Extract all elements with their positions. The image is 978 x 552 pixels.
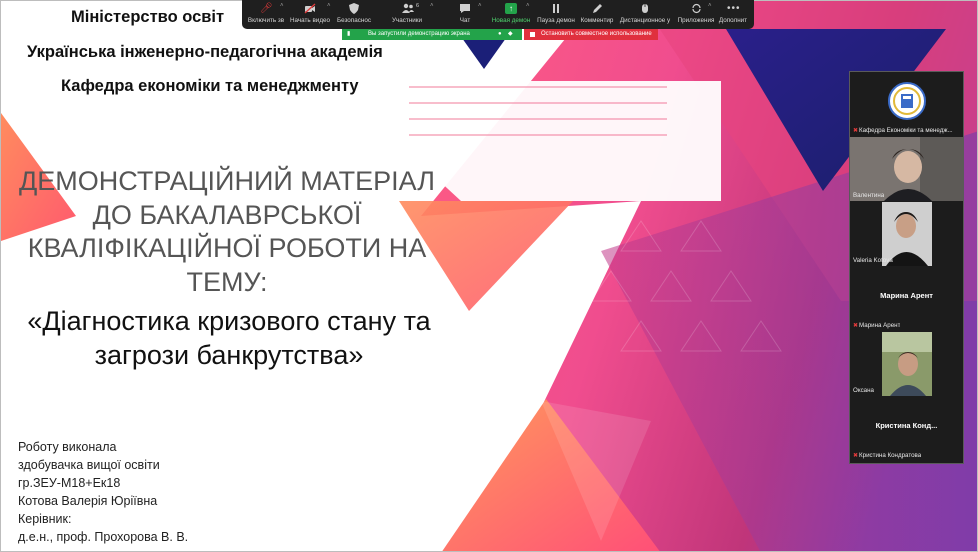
title-line: ДЕМОНСТРАЦІЙНИЙ МАТЕРІАЛ [18,166,435,196]
participant-name: Valeria Kotova [853,257,893,264]
ministry-header: Міністерство освіт [71,8,225,26]
chat-icon [459,3,471,14]
mic-muted-icon: ✖ [853,323,859,329]
remote-control-button[interactable]: Дистанционное у [618,3,672,27]
apps-options-caret-icon[interactable]: ˄ [708,3,712,9]
participant-center-name: Марина Арент [880,291,933,300]
participant-center-name: Кристина Конд... [875,421,938,430]
share-status-bar: ▮ Вы запустили демонстрацию экрана ● ◆ О… [342,29,658,40]
participant-tile[interactable]: Кристина Конд... ✖Кристина Кондратова [850,397,963,461]
video-options-caret-icon[interactable]: ˄ [327,3,331,9]
more-dots-icon: ••• [727,3,741,14]
more-button[interactable]: ••• Дополнит [716,3,750,27]
title-line: ДО БАКАЛАВРСЬКОЇ [92,200,362,230]
pencil-icon [591,3,603,14]
participant-name: Марина Арент [859,322,901,329]
stop-icon [530,32,535,37]
participants-count: 6 [416,3,420,9]
apps-icon [690,3,702,14]
meeting-toolbar: 🎤︎ Включить зв ˄ Начать видео ˄ Безопасн… [242,0,754,29]
microphone-muted-icon: 🎤︎ [260,3,273,14]
stop-share-button[interactable]: Остановить совместное использование [524,29,658,40]
title-line: КВАЛІФІКАЦІЙНОЇ РОБОТИ НА [27,233,427,263]
sharing-status-text: Вы запустили демонстрацию экрана [368,31,470,37]
microphone-icon: ● [498,31,502,37]
participant-tile[interactable]: Оксана [850,332,963,396]
author-line: здобувачка вищої освіти [18,458,160,472]
participant-tile[interactable]: Марина Арент ✖Марина Арент [850,267,963,331]
participants-video-panel: ✖Кафедра Економіки та менедж... Валентин… [849,71,964,464]
chat-button[interactable]: Чат [450,3,480,27]
author-line: гр.ЗЕУ-М18+Ек18 [18,476,121,490]
title-line: ТЕМУ: [186,267,268,297]
chat-options-caret-icon[interactable]: ˄ [478,3,482,9]
mic-muted-icon: ✖ [853,453,859,459]
academy-header: Українська інженерно-педагогічна академі… [27,43,383,61]
pin-icon: ▮ [347,31,351,37]
department-header: Кафедра економіки та менеджменту [61,77,359,95]
shield-small-icon: ◆ [508,31,513,37]
audio-options-caret-icon[interactable]: ˄ [280,3,284,9]
share-options-caret-icon[interactable]: ˄ [526,3,530,9]
stop-share-label: Остановить совместное использование [541,31,652,37]
start-video-button[interactable]: Начать видео [288,3,332,27]
participant-name: Валентина [853,192,885,199]
participants-button[interactable]: Участники [388,3,426,27]
mic-muted-icon: ✖ [853,128,859,134]
camera-off-icon [304,3,316,14]
topic-line: «Діагностика кризового стану та [27,306,431,336]
department-logo [888,82,926,120]
shield-icon [348,3,360,14]
annotate-button[interactable]: Комментир [578,3,616,27]
pause-share-button[interactable]: Пауза демон [536,3,576,27]
participant-tile[interactable]: Валентина [850,137,963,201]
share-up-arrow-icon: ↑ [505,3,517,14]
participant-tile[interactable]: ✖Кафедра Економіки та менедж... [850,72,963,136]
mouse-icon [639,3,651,14]
security-button[interactable]: Безопаснос [335,3,373,27]
author-line: Котова Валерія Юріївна [18,494,158,508]
sharing-indicator[interactable]: ▮ Вы запустили демонстрацию экрана ● ◆ [342,29,522,40]
author-line: Роботу виконала [18,440,117,454]
participant-name: Кафедра Економіки та менедж... [859,127,953,134]
author-line: д.е.н., проф. Прохорова В. В. [18,530,189,544]
participant-name: Кристина Кондратова [859,452,922,459]
participant-name: Оксана [853,387,874,394]
pause-icon [550,3,562,14]
participant-tile[interactable]: Valeria Kotova [850,202,963,266]
topic-line: загрози банкрутства» [94,340,364,370]
author-line: Керівник: [18,512,72,526]
people-icon [401,3,414,14]
participants-options-caret-icon[interactable]: ˄ [430,3,434,9]
shared-slide: Міністерство освіт Українська інженерно-… [0,0,978,552]
